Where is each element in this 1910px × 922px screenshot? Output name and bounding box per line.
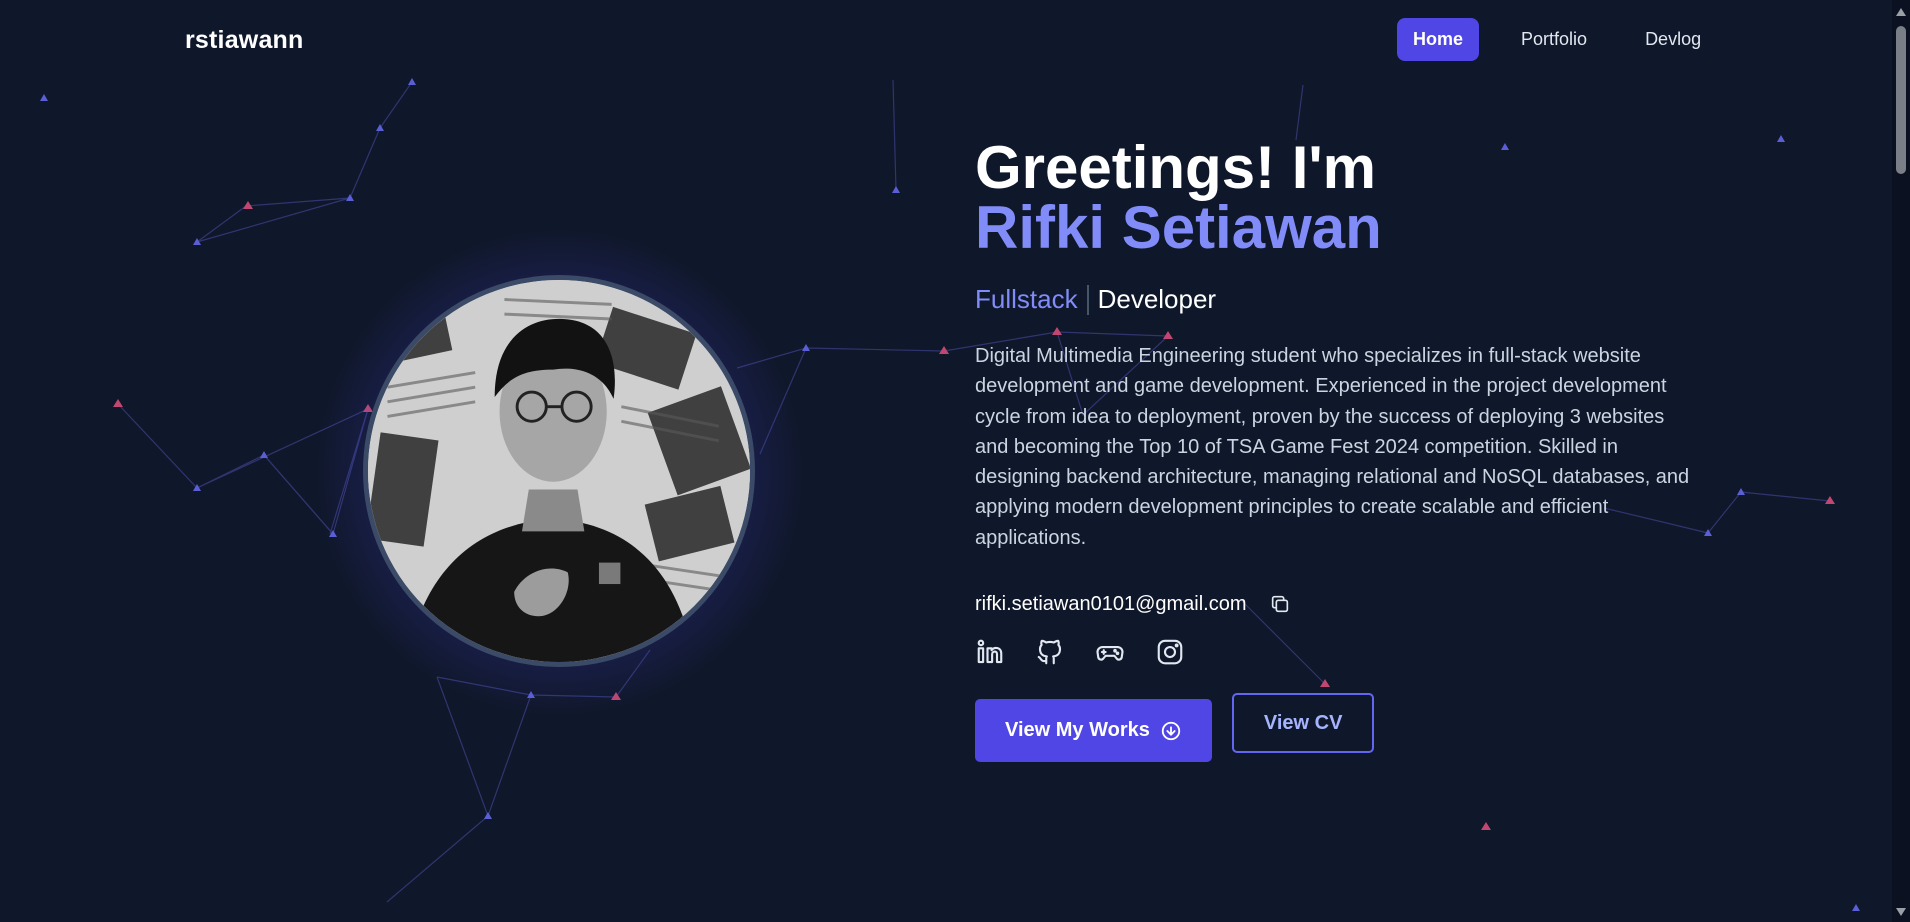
page-scrollbar[interactable]: [1892, 0, 1910, 922]
contact-row: rifki.setiawan0101@gmail.com: [975, 591, 1695, 617]
github-icon[interactable]: [1035, 637, 1065, 667]
hero-section: Greetings! I'm Rifki Setiawan Fullstack …: [975, 134, 1695, 763]
instagram-icon[interactable]: [1155, 637, 1185, 667]
nav-home[interactable]: Home: [1397, 18, 1480, 61]
copy-icon[interactable]: [1267, 591, 1293, 617]
view-cv-button[interactable]: View CV: [1231, 693, 1375, 754]
view-works-button[interactable]: View My Works: [975, 699, 1212, 763]
main-nav: Home Portfolio Devlog: [1397, 18, 1717, 61]
hero-roles: Fullstack Developer: [975, 284, 1695, 315]
hero-bio: Digital Multimedia Engineering student w…: [975, 345, 1690, 549]
gamepad-icon[interactable]: [1095, 637, 1125, 667]
hero-name: Rifki Setiawan: [975, 194, 1382, 261]
role-divider: [1086, 284, 1089, 315]
scroll-thumb[interactable]: [1896, 26, 1906, 174]
page: rstiawann Home Portfolio Devlog Greeting…: [0, 0, 1910, 922]
linkedin-icon[interactable]: [975, 637, 1005, 667]
email-text: rifki.setiawan0101@gmail.com: [975, 592, 1247, 615]
brand-logo[interactable]: rstiawann: [185, 26, 304, 55]
role-secondary: Developer: [1097, 284, 1217, 314]
cta-row: View My Works View CV: [975, 693, 1695, 763]
view-works-label: View My Works: [1005, 719, 1150, 742]
nav-portfolio[interactable]: Portfolio: [1505, 18, 1603, 61]
nav-devlog[interactable]: Devlog: [1629, 18, 1717, 61]
hero-greeting: Greetings! I'm: [975, 134, 1377, 201]
scroll-down-arrow[interactable]: [1896, 908, 1906, 916]
profile-photo: [363, 275, 755, 667]
arrow-down-circle-icon: [1161, 721, 1181, 740]
scroll-up-arrow[interactable]: [1896, 8, 1906, 16]
role-primary: Fullstack: [975, 284, 1078, 314]
social-links: [975, 637, 1695, 667]
